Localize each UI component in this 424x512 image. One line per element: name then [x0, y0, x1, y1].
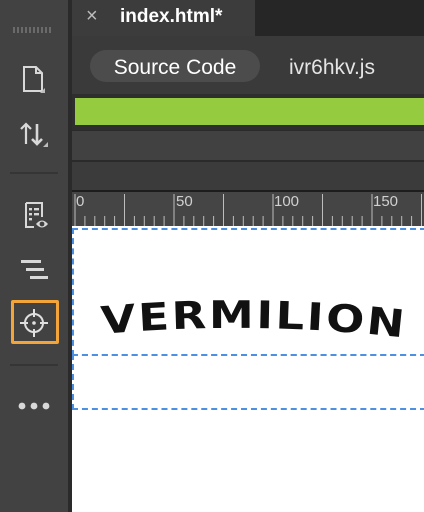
- design-canvas[interactable]: VERMILION: [72, 226, 424, 512]
- document-tab-label: index.html*: [120, 6, 223, 27]
- align-lines-icon[interactable]: [0, 254, 68, 286]
- svg-text:VERMILION: VERMILION: [100, 298, 409, 344]
- highlight-bar: [75, 98, 424, 125]
- left-toolbar: [0, 0, 68, 512]
- transfer-arrows-icon[interactable]: [0, 116, 68, 152]
- js-file-tab[interactable]: ivr6hkv.js: [289, 56, 375, 80]
- close-icon[interactable]: ×: [86, 6, 98, 26]
- toolbar-strip-secondary: [72, 160, 424, 190]
- ruler-label: 0: [76, 193, 85, 210]
- toolbar-separator: [10, 364, 58, 366]
- brand-logo-text: VERMILION: [100, 298, 407, 344]
- status-bar-wrap: [72, 94, 424, 130]
- source-code-label: Source Code: [113, 56, 237, 79]
- ruler-label: 150: [373, 193, 399, 210]
- brand-logo[interactable]: VERMILION: [100, 298, 410, 344]
- more-options-icon[interactable]: [0, 392, 68, 420]
- ruler-ticks: [74, 194, 422, 226]
- document-tab-bar: × index.html*: [72, 0, 424, 36]
- ruler-label: 100: [274, 193, 300, 210]
- horizontal-ruler: 0 50 100 150: [72, 190, 424, 226]
- document-tab[interactable]: × index.html*: [72, 0, 255, 36]
- related-files-bar: Source Code ivr6hkv.js: [72, 36, 424, 94]
- file-icon[interactable]: [0, 62, 68, 98]
- element-outline-section[interactable]: [72, 354, 424, 410]
- toolbar-grip[interactable]: [13, 27, 53, 33]
- toolbar-strip: [72, 130, 424, 160]
- ruler-label: 50: [176, 193, 193, 210]
- live-view-inspect-icon[interactable]: [0, 196, 68, 234]
- target-crosshair-icon[interactable]: [0, 303, 68, 343]
- toolbar-separator: [10, 172, 58, 174]
